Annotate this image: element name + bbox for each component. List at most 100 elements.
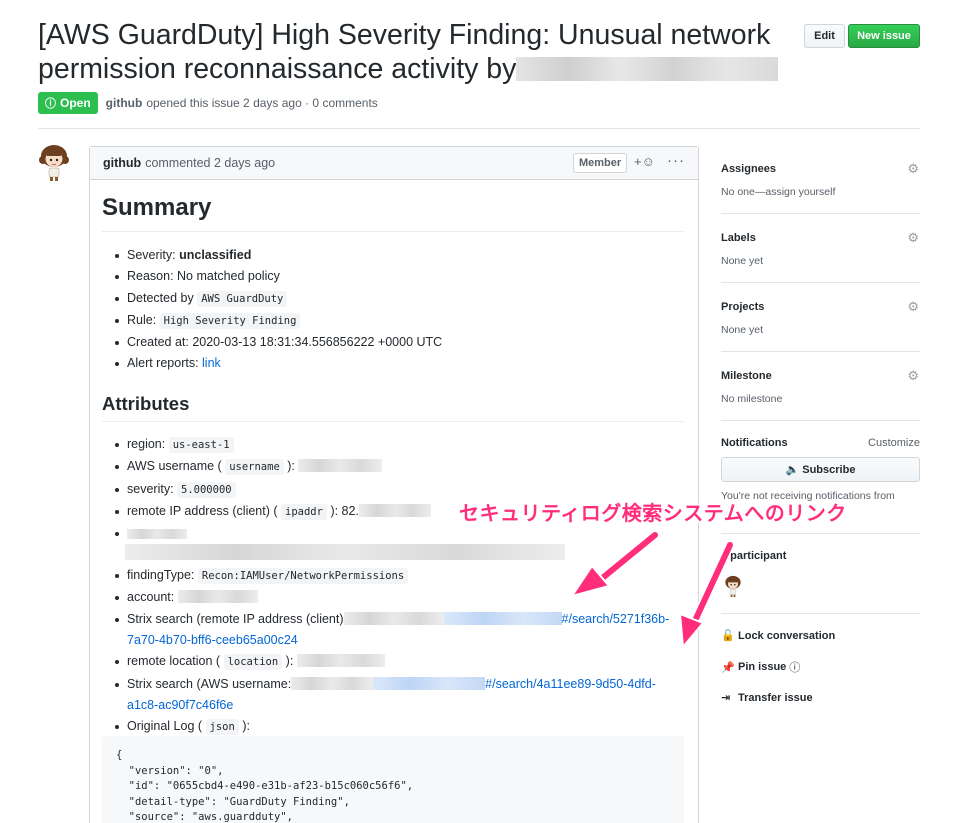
issue-author[interactable]: github bbox=[106, 96, 143, 110]
comment-header: github commented 2 days ago Member +☺ ··… bbox=[90, 147, 698, 180]
reason-label: Reason: bbox=[127, 269, 178, 284]
remote-ip-suffix: ): 82. bbox=[330, 503, 359, 518]
edit-button[interactable]: Edit bbox=[804, 24, 845, 48]
participants-title: 1 participant bbox=[721, 550, 787, 562]
aws-username-label: AWS username ( bbox=[127, 459, 222, 474]
detected-value: AWS GuardDuty bbox=[197, 290, 288, 307]
list-item: Created at: 2020-03-13 18:31:34.55685622… bbox=[112, 332, 442, 353]
speaker-icon: 🔈 bbox=[785, 464, 800, 476]
severity-label: Severity: bbox=[127, 248, 180, 262]
redacted-value bbox=[127, 529, 187, 540]
summary-divider bbox=[102, 231, 684, 232]
strix-ip-link[interactable]: #/search/5271f36b- bbox=[562, 612, 670, 626]
remote-location-suffix: ): bbox=[285, 654, 294, 669]
original-log-suffix: ): bbox=[242, 719, 250, 734]
list-item: Rule: High Severity Finding bbox=[112, 310, 442, 332]
member-badge: Member bbox=[573, 153, 628, 173]
projects-value: None yet bbox=[721, 324, 764, 336]
state-label: Open bbox=[60, 96, 91, 110]
alert-reports-link[interactable]: link bbox=[202, 356, 221, 370]
list-item: remote location ( location ): bbox=[112, 651, 669, 673]
issue-opened-icon: ⓘ bbox=[45, 98, 56, 110]
redacted-username bbox=[516, 57, 779, 81]
summary-list: Severity: unclassified Reason: No matche… bbox=[112, 245, 442, 375]
comment-meta[interactable]: commented 2 days ago bbox=[145, 156, 275, 170]
remote-location-label: remote location ( bbox=[127, 654, 221, 669]
gear-icon[interactable]: ⚙ bbox=[907, 299, 919, 315]
strix-user-link[interactable]: #/search/4a11ee89-9d50-4dfd- bbox=[485, 677, 656, 691]
gear-icon[interactable]: ⚙ bbox=[907, 230, 919, 246]
rule-label: Rule: bbox=[127, 312, 160, 327]
sidebar-participants: 1 participant bbox=[721, 550, 920, 562]
severity-value: unclassified bbox=[179, 248, 252, 262]
list-item: Reason: No matched policy bbox=[112, 266, 442, 287]
info-icon[interactable]: ⓘ bbox=[789, 659, 800, 675]
subscribe-label: Subscribe bbox=[802, 463, 856, 476]
strix-ip-link-cont[interactable]: 7a70-4b70-bff6-ceeb65a00c24 bbox=[127, 633, 298, 647]
header-divider bbox=[38, 128, 920, 129]
annotation-text: セキュリティログ検索システムへのリンク bbox=[459, 503, 847, 525]
alert-reports-label: Alert reports: bbox=[127, 356, 203, 371]
transfer-issue-action[interactable]: ⇥ Transfer issue bbox=[721, 691, 813, 705]
redacted-link[interactable] bbox=[373, 676, 486, 690]
new-issue-button[interactable]: New issue bbox=[848, 24, 920, 48]
redacted-value bbox=[291, 676, 374, 690]
assignees-value[interactable]: No one—assign yourself bbox=[721, 186, 920, 198]
list-item: findingType: Recon:IAMUser/NetworkPermis… bbox=[112, 565, 669, 587]
list-item: Alert reports: link bbox=[112, 353, 442, 374]
comment-author[interactable]: github bbox=[103, 156, 141, 170]
sidebar-assignees: Assignees ⚙ No one—assign yourself bbox=[721, 161, 920, 198]
labels-title[interactable]: Labels bbox=[721, 232, 756, 244]
issue-title: [AWS GuardDuty] High Severity Finding: U… bbox=[38, 18, 788, 86]
milestone-title[interactable]: Milestone bbox=[721, 370, 772, 382]
aws-username-suffix: ): bbox=[287, 459, 295, 474]
code-line: "id": "0655cbd4-e490-e31b-af23-b15c060c5… bbox=[116, 780, 414, 792]
attributes-list: region: us-east-1 AWS username ( usernam… bbox=[112, 434, 669, 739]
issue-meta-text: opened this issue 2 days ago · 0 comment… bbox=[146, 96, 378, 110]
gear-icon[interactable]: ⚙ bbox=[907, 368, 919, 384]
smiley-icon[interactable]: +☺ bbox=[634, 154, 655, 169]
rule-value: High Severity Finding bbox=[159, 312, 301, 329]
sidebar-milestone: Milestone ⚙ No milestone bbox=[721, 368, 920, 405]
summary-heading: Summary bbox=[102, 194, 212, 221]
gear-icon[interactable]: ⚙ bbox=[907, 161, 919, 177]
pin-icon: 📌 bbox=[721, 661, 735, 674]
redacted-link[interactable] bbox=[443, 611, 562, 625]
participant-avatar[interactable] bbox=[723, 575, 743, 598]
redacted-value bbox=[343, 611, 444, 625]
original-log-label: Original Log ( bbox=[127, 719, 203, 734]
projects-title[interactable]: Projects bbox=[721, 301, 764, 313]
list-item: AWS username ( username ): bbox=[112, 456, 669, 478]
strix-user-link-cont[interactable]: a1c8-ac90f7c46f6e bbox=[127, 698, 233, 712]
list-item: Strix search (remote IP address (client)… bbox=[112, 609, 669, 652]
lock-conversation-action[interactable]: 🔓 Lock conversation bbox=[721, 629, 836, 643]
sidebar-divider bbox=[721, 282, 920, 283]
pin-issue-action[interactable]: 📌 Pin issue ⓘ bbox=[721, 659, 800, 675]
attributes-divider bbox=[102, 421, 684, 422]
finding-type-label: findingType: bbox=[127, 568, 198, 583]
sidebar-divider bbox=[721, 613, 920, 614]
avatar[interactable] bbox=[37, 144, 71, 182]
attributes-heading: Attributes bbox=[102, 393, 190, 414]
remote-ip-code: ipaddr bbox=[281, 503, 327, 520]
subscribe-button[interactable]: 🔈 Subscribe bbox=[721, 457, 920, 482]
code-line: "detail-type": "GuardDuty Finding", bbox=[116, 795, 350, 808]
redacted-value bbox=[358, 503, 431, 517]
customize-link[interactable]: Customize bbox=[868, 437, 920, 449]
finding-type-value: Recon:IAMUser/NetworkPermissions bbox=[197, 568, 409, 585]
list-item: Strix search (AWS username: #/search/4a11… bbox=[112, 674, 669, 717]
list-item: Severity: unclassified bbox=[112, 245, 442, 266]
created-label: Created at: bbox=[127, 335, 193, 350]
sidebar-projects: Projects ⚙ None yet bbox=[721, 299, 920, 336]
strix-user-label: Strix search (AWS username: bbox=[127, 676, 292, 691]
lock-icon: 🔓 bbox=[721, 630, 735, 642]
severity-attr-value: 5.000000 bbox=[177, 481, 236, 498]
code-line: { bbox=[116, 749, 123, 761]
remote-location-code: location bbox=[223, 654, 283, 671]
list-item: account: bbox=[112, 587, 669, 608]
assignees-title[interactable]: Assignees bbox=[721, 163, 776, 175]
kebab-icon[interactable]: ··· bbox=[667, 152, 685, 169]
lock-label: Lock conversation bbox=[738, 629, 836, 642]
detected-label: Detected by bbox=[127, 290, 198, 305]
redacted-value bbox=[125, 544, 565, 561]
